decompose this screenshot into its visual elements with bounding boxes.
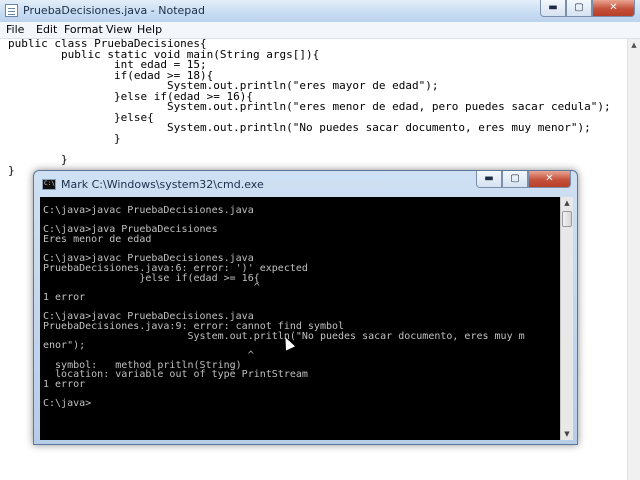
scroll-up-icon[interactable]: ▲ (629, 39, 639, 51)
maximize-icon[interactable]: ▢ (566, 0, 592, 17)
menu-format[interactable]: Format (64, 23, 103, 36)
maximize-icon[interactable]: ▢ (502, 171, 528, 188)
console-output[interactable]: C:\java>javac PruebaDecisiones.java C:\j… (43, 206, 525, 409)
scroll-up-icon[interactable]: ▲ (561, 197, 573, 209)
notepad-title: PruebaDecisiones.java - Notepad (23, 4, 206, 17)
menu-view[interactable]: View (106, 23, 132, 36)
notepad-title-bar[interactable]: PruebaDecisiones.java - Notepad ▬ ▢ ✕ (0, 0, 640, 23)
cmd-vertical-scrollbar[interactable]: ▲ ▼ (560, 197, 573, 440)
cmd-caption-buttons: ▬ ▢ ✕ (476, 171, 571, 189)
scroll-thumb[interactable] (562, 211, 572, 227)
menu-help[interactable]: Help (137, 23, 162, 36)
cmd-window: C:\ Mark C:\Windows\system32\cmd.exe ▬ ▢… (33, 170, 578, 445)
close-icon[interactable]: ✕ (528, 171, 571, 188)
scroll-down-icon[interactable]: ▼ (561, 428, 573, 440)
notepad-caption-buttons: ▬ ▢ ✕ (540, 0, 635, 18)
cmd-title-bar[interactable]: C:\ Mark C:\Windows\system32\cmd.exe ▬ ▢… (34, 171, 577, 197)
close-icon[interactable]: ✕ (592, 0, 635, 17)
console-icon[interactable]: C:\ (42, 179, 56, 190)
notepad-vertical-scrollbar[interactable]: ▲ (627, 39, 640, 480)
minimize-icon[interactable]: ▬ (540, 0, 566, 17)
minimize-icon[interactable]: ▬ (476, 171, 502, 188)
menu-file[interactable]: File (6, 23, 24, 36)
cmd-title: Mark C:\Windows\system32\cmd.exe (61, 178, 264, 191)
menu-edit[interactable]: Edit (36, 23, 57, 36)
source-code[interactable]: public class PruebaDecisiones{ public st… (8, 38, 611, 176)
console-output-area[interactable]: C:\java>javac PruebaDecisiones.java C:\j… (40, 197, 573, 440)
notepad-app-icon[interactable] (5, 4, 18, 17)
console-icon-text: C:\ (44, 180, 55, 187)
